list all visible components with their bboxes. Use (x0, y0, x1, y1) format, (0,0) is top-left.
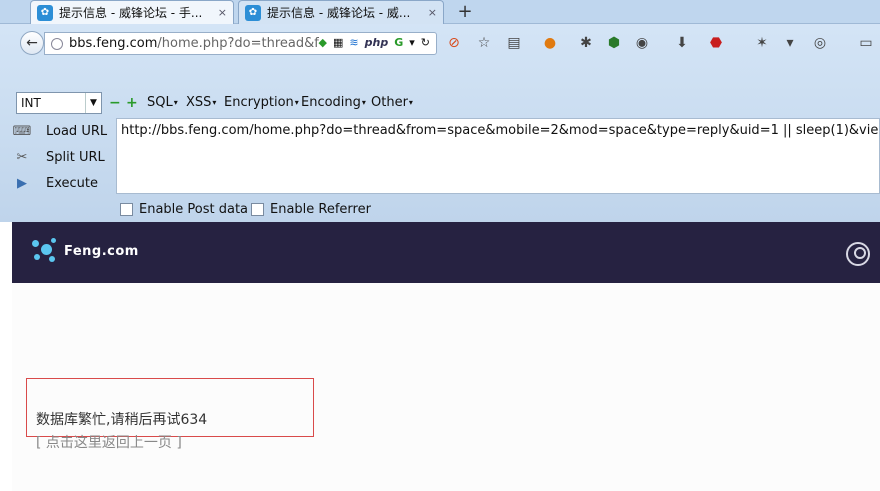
menu-label: Encryption (224, 95, 294, 110)
caret-icon: ▾ (408, 98, 413, 107)
url-path: /home.php?do=thread&f (157, 36, 319, 51)
globe-icon (51, 37, 63, 50)
execute-label: Execute (46, 176, 98, 191)
user-icon[interactable] (846, 242, 870, 266)
new-tab-button[interactable]: + (455, 2, 475, 22)
bug-icon[interactable]: ✶ (752, 32, 772, 54)
split-url-button[interactable]: ✂ Split URL (12, 150, 105, 165)
window-icon[interactable]: ▭ (856, 32, 876, 54)
block-icon[interactable]: ⊘ (444, 32, 464, 54)
firebug-icon[interactable]: ● (540, 32, 560, 54)
qrcode-icon[interactable]: ▦ (333, 36, 343, 49)
menu-encoding[interactable]: Encoding▾ (301, 95, 366, 110)
checkbox-box[interactable] (120, 203, 133, 216)
close-tab-icon[interactable]: × (420, 6, 437, 19)
palette-icon[interactable]: ✱ (576, 32, 596, 54)
split-url-label: Split URL (46, 150, 105, 165)
nav-bar: ← bbs.feng.com /home.php?do=thread&f ◆ ▦… (0, 24, 880, 62)
adblock-icon[interactable]: ⬣ (706, 32, 726, 54)
load-url-button[interactable]: ⌨ Load URL (12, 124, 108, 139)
checkbox-label: Enable Referrer (270, 202, 371, 217)
feng-logo-icon (32, 238, 58, 264)
bookmark-star-icon[interactable]: ☆ (474, 32, 494, 54)
hackbar-panel: INT ▼ − + SQL▾ XSS▾ Encryption▾ Encoding… (0, 86, 880, 222)
minus-icon[interactable]: − (109, 96, 121, 110)
chevron-down-icon: ▼ (85, 93, 101, 113)
tab-title: 提示信息 - 威锋论坛 - 手... (59, 6, 203, 20)
tab-bar: ✿ 提示信息 - 威锋论坛 - 手... × ✿ 提示信息 - 威锋论坛 - 威… (0, 0, 880, 24)
back-button[interactable]: ← (20, 31, 44, 55)
back-link[interactable]: [ 点击这里返回上一页 ] (36, 432, 182, 452)
int-select[interactable]: INT ▼ (16, 92, 102, 114)
address-bar[interactable]: bbs.feng.com /home.php?do=thread&f ◆ ▦ ≋… (44, 32, 437, 55)
greasemonkey-icon[interactable]: ◉ (632, 32, 652, 54)
wappalyzer-icon[interactable]: ≋ (349, 36, 358, 49)
menu-other[interactable]: Other▾ (371, 95, 413, 110)
menu-encryption[interactable]: Encryption▾ (224, 95, 299, 110)
tab-2[interactable]: ✿ 提示信息 - 威锋论坛 - 威... × (238, 0, 444, 24)
address-bar-icons: ◆ ▦ ≋ php G ▾ ↻ (319, 36, 430, 49)
caret-icon: ▾ (294, 98, 299, 107)
menu-label: Other (371, 95, 408, 110)
green-shield-icon[interactable]: ⬢ (604, 32, 624, 54)
menu-label: XSS (186, 95, 212, 110)
scissors-icon: ✂ (16, 150, 28, 165)
shield-icon[interactable]: ◆ (319, 36, 327, 49)
menu-label: Encoding (301, 95, 361, 110)
url-textarea[interactable]: http://bbs.feng.com/home.php?do=thread&f… (116, 118, 880, 194)
execute-button[interactable]: ▶ Execute (12, 176, 98, 191)
site-favicon-icon: ✿ (37, 4, 53, 21)
menu-separator-arrow-icon[interactable]: ▾ (780, 32, 800, 54)
tab-1[interactable]: ✿ 提示信息 - 威锋论坛 - 手... × (30, 0, 234, 24)
checkbox-box[interactable] (251, 203, 264, 216)
page-content: 数据库繁忙,请稍后再试634 [ 点击这里返回上一页 ] (12, 283, 880, 491)
reload-icon[interactable]: ↻ (421, 36, 430, 49)
browser-chrome: ✿ 提示信息 - 威锋论坛 - 手... × ✿ 提示信息 - 威锋论坛 - 威… (0, 0, 880, 222)
site-favicon-icon: ✿ (245, 4, 261, 21)
eye-icon[interactable]: ◎ (810, 32, 830, 54)
menu-xss[interactable]: XSS▾ (186, 95, 216, 110)
plus-icon[interactable]: + (126, 96, 138, 110)
site-header: Feng.com (12, 222, 880, 283)
enable-referrer-checkbox[interactable]: Enable Referrer (251, 202, 371, 217)
enable-post-data-checkbox[interactable]: Enable Post data (120, 202, 248, 217)
caret-icon: ▾ (173, 98, 178, 107)
dropdown-arrow-icon[interactable]: ▾ (409, 36, 415, 49)
back-arrow-icon: ← (26, 35, 38, 51)
caret-icon: ▾ (361, 98, 366, 107)
menu-label: SQL (147, 95, 173, 110)
error-message: 数据库繁忙,请稍后再试634 (36, 412, 208, 428)
reader-list-icon[interactable]: ▤ (504, 32, 524, 54)
tab-title: 提示信息 - 威锋论坛 - 威... (267, 6, 411, 20)
green-g-icon[interactable]: G (394, 36, 403, 49)
caret-icon: ▾ (212, 98, 217, 107)
load-url-icon: ⌨ (12, 124, 32, 139)
url-host: bbs.feng.com (69, 36, 158, 51)
php-icon[interactable]: php (365, 36, 389, 49)
menu-sql[interactable]: SQL▾ (147, 95, 178, 110)
play-icon: ▶ (17, 176, 27, 191)
close-tab-icon[interactable]: × (210, 6, 227, 19)
checkbox-label: Enable Post data (139, 202, 249, 217)
download-arrow-icon[interactable]: ⬇ (672, 32, 692, 54)
brand-name: Feng.com (64, 243, 139, 259)
load-url-label: Load URL (46, 124, 108, 139)
select-value: INT (21, 96, 41, 110)
feng-logo[interactable]: Feng.com (32, 238, 139, 264)
